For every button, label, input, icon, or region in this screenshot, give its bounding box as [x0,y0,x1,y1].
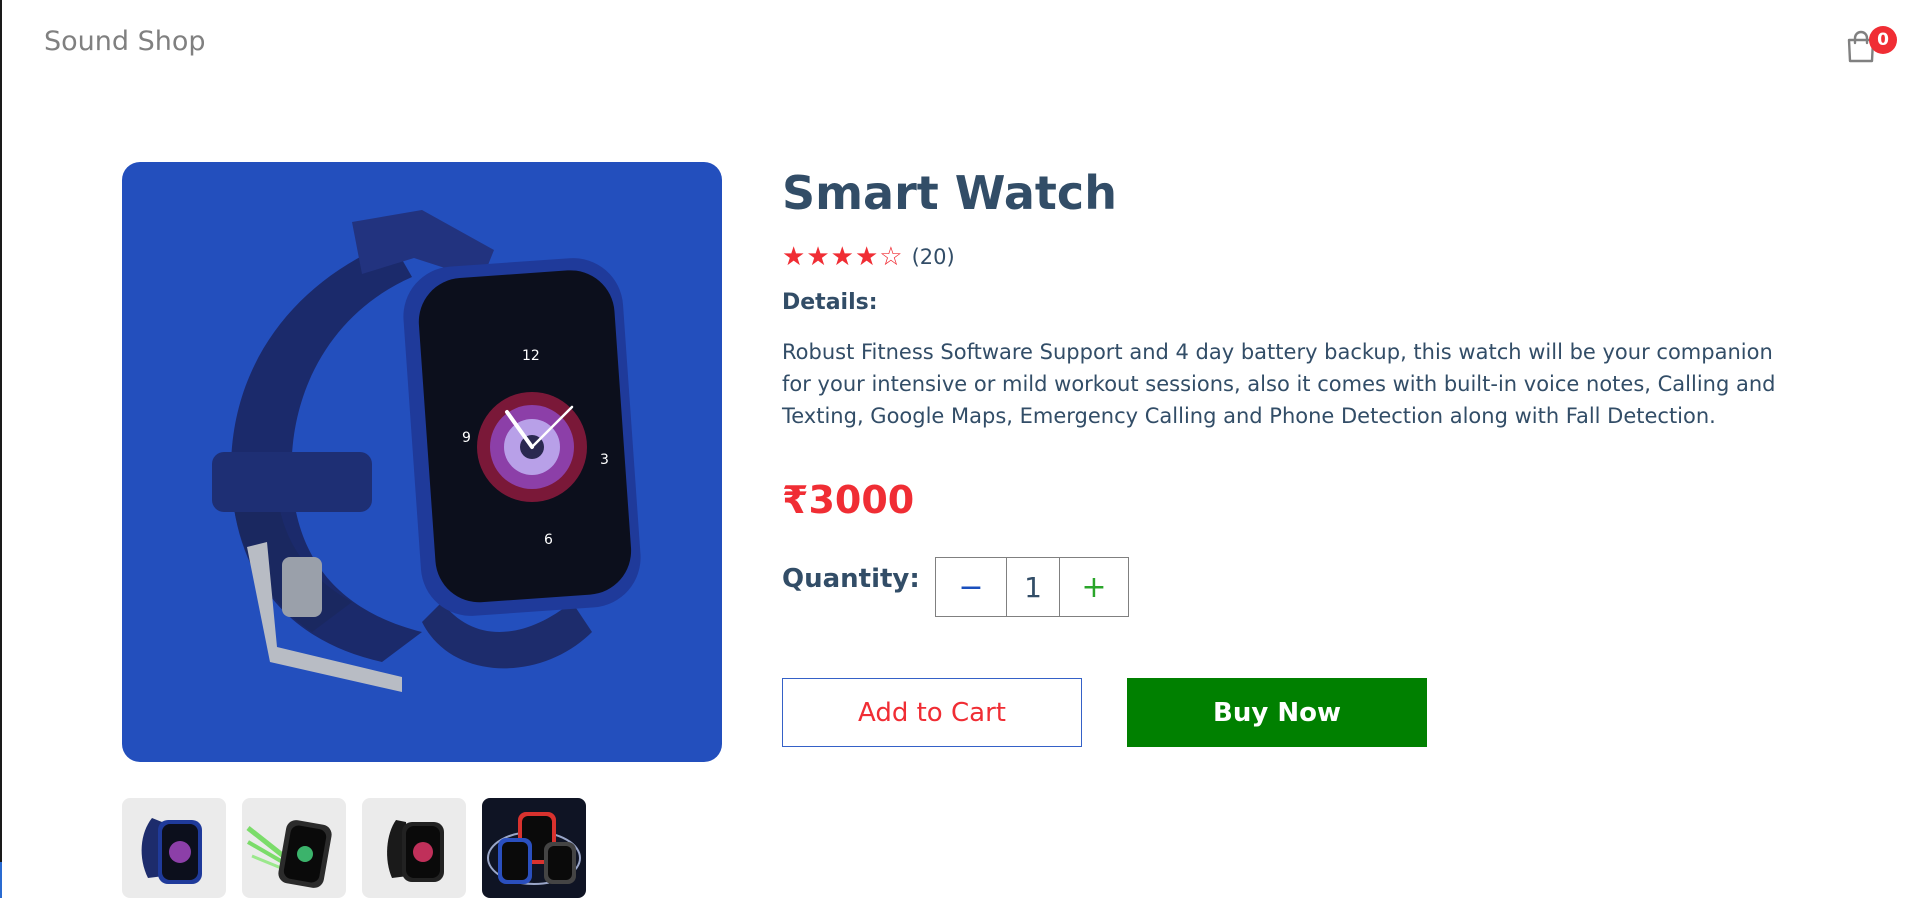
add-to-cart-button[interactable]: Add to Cart [782,678,1082,747]
svg-text:12: 12 [522,348,540,364]
product-description: Robust Fitness Software Support and 4 da… [782,340,1776,428]
cart-count-badge: 0 [1869,26,1897,54]
review-count: (20) [911,245,955,269]
thumbnail-watch-image [387,820,444,882]
quantity-decrease-button[interactable]: − [936,558,1006,616]
product-price: ₹3000 [782,478,915,522]
thumbnail-3[interactable] [362,798,466,898]
navbar: Sound Shop 0 [0,0,1920,86]
details-heading: Details: [782,290,878,315]
quantity-label: Quantity: [782,564,920,594]
product-title: Smart Watch [782,166,1117,220]
quantity-increase-button[interactable]: + [1060,558,1128,616]
quantity-value: 1 [1006,558,1060,616]
thumbnail-watch-image [487,812,581,885]
svg-text:9: 9 [462,430,471,446]
buy-now-button[interactable]: Buy Now [1127,678,1427,747]
smart-watch-image: 12 9 3 6 [212,210,641,692]
thumbnail-watch-image [141,818,202,884]
thumbnail-strip [122,798,602,898]
star-filled-icon: ★ [830,242,854,272]
star-outline-icon: ☆ [879,242,903,272]
product-main-image: 12 9 3 6 [122,162,722,762]
thumbnail-4[interactable] [482,798,586,898]
window-edge [0,0,2,898]
svg-text:6: 6 [544,532,553,548]
thumbnail-1[interactable] [122,798,226,898]
star-filled-icon: ★ [782,242,806,272]
thumbnail-2[interactable] [242,798,346,898]
product-rating: ★ ★ ★ ★ ☆ (20) [782,242,955,272]
cart-button[interactable]: 0 [1844,24,1897,68]
svg-text:3: 3 [600,452,609,468]
thumbnail-watch-image [246,820,332,888]
star-filled-icon: ★ [806,242,830,272]
window-edge-accent [0,862,2,898]
star-filled-icon: ★ [854,242,879,272]
logo-link[interactable]: Sound Shop [44,26,206,57]
quantity-stepper: − 1 + [935,557,1129,617]
